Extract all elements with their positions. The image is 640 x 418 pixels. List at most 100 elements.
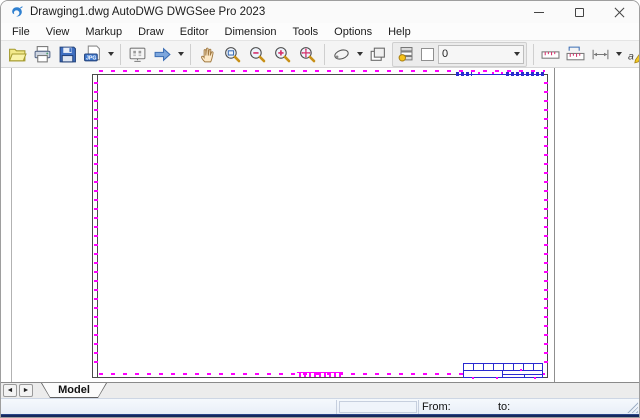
menu-markup[interactable]: Markup — [77, 24, 130, 40]
magenta-dot — [472, 377, 474, 379]
layer-control-group: 0 — [392, 42, 527, 67]
title-block-subdivider — [524, 374, 525, 378]
tab-scroll-right-button[interactable]: ► — [19, 384, 33, 397]
menu-tools[interactable]: Tools — [284, 24, 326, 40]
app-logo-icon — [10, 5, 24, 19]
menu-file[interactable]: File — [4, 24, 38, 40]
title-bar: Drawging1.dwg AutoDWG DWGSee Pro 2023 — [1, 1, 639, 23]
tab-model-label: Model — [58, 384, 90, 396]
status-coords-panel — [339, 401, 417, 413]
plot-boundary-right — [544, 82, 548, 368]
chevron-down-icon — [108, 52, 114, 56]
tab-model[interactable]: Model — [41, 383, 107, 398]
title-block-subline — [503, 374, 542, 375]
zoom-in-icon — [273, 45, 292, 64]
menu-help[interactable]: Help — [380, 24, 419, 40]
title-block — [463, 363, 543, 378]
open-icon — [8, 45, 27, 64]
convert-badge: JPG — [86, 55, 97, 61]
magenta-dot — [501, 72, 503, 74]
open-button[interactable] — [5, 43, 30, 66]
forward-arrow-icon — [153, 45, 172, 64]
convert-icon: JPG — [83, 45, 102, 64]
drawing-canvas[interactable] — [1, 68, 639, 382]
chevron-down-icon — [357, 52, 363, 56]
zoom-in-button[interactable] — [270, 43, 295, 66]
forward-button[interactable] — [150, 43, 175, 66]
dimension-button[interactable] — [588, 43, 613, 66]
toolbar-separator — [120, 44, 121, 65]
minimize-icon — [534, 12, 544, 13]
layout-button[interactable] — [125, 43, 150, 66]
tab-scroll-left-button[interactable]: ◄ — [3, 384, 17, 397]
canvas-left-edge — [11, 68, 12, 382]
zoom-extents-icon — [298, 45, 317, 64]
annotation-marks — [506, 72, 544, 76]
window-title: Drawging1.dwg AutoDWG DWGSee Pro 2023 — [30, 6, 265, 18]
layout-tab-bar: ◄ ► Model — [1, 382, 639, 398]
measure-area-icon — [566, 45, 585, 64]
layers-button[interactable] — [365, 43, 390, 66]
pan-button[interactable] — [195, 43, 220, 66]
app-window: Drawging1.dwg AutoDWG DWGSee Pro 2023 Fi… — [0, 0, 640, 418]
convert-dropdown[interactable] — [105, 43, 116, 66]
layer-select-value: 0 — [442, 48, 514, 60]
markup-pen-button[interactable]: a — [624, 43, 640, 66]
magenta-dot — [520, 369, 522, 371]
magenta-dot — [492, 72, 494, 74]
close-icon — [614, 7, 625, 18]
maximize-button[interactable] — [559, 1, 599, 23]
maximize-icon — [575, 8, 584, 17]
forward-dropdown[interactable] — [175, 43, 186, 66]
menu-view[interactable]: View — [38, 24, 78, 40]
orbit-dropdown[interactable] — [354, 43, 365, 66]
status-to-label: to: — [498, 401, 510, 413]
dimension-dropdown[interactable] — [613, 43, 624, 66]
dimension-icon — [591, 45, 610, 64]
chevron-down-icon — [514, 52, 520, 56]
menu-dimension[interactable]: Dimension — [217, 24, 285, 40]
orbit-button[interactable] — [329, 43, 354, 66]
save-button[interactable] — [55, 43, 80, 66]
menu-editor[interactable]: Editor — [172, 24, 217, 40]
measure-distance-button[interactable] — [538, 43, 563, 66]
markup-letter: a — [628, 50, 634, 62]
close-button[interactable] — [599, 1, 639, 23]
pan-hand-icon — [198, 45, 217, 64]
layer-manager-button[interactable] — [395, 43, 417, 66]
status-from-label: From: — [422, 401, 451, 413]
convert-button[interactable]: JPG — [80, 43, 105, 66]
zoom-extents-button[interactable] — [295, 43, 320, 66]
plot-boundary-left — [94, 82, 98, 368]
toolbar-separator — [324, 44, 325, 65]
status-bar: From: to: — [1, 398, 639, 414]
layer-color-swatch[interactable] — [421, 48, 434, 61]
zoom-window-button[interactable] — [220, 43, 245, 66]
measure-area-button[interactable] — [563, 43, 588, 66]
save-icon — [58, 45, 77, 64]
zoom-out-button[interactable] — [245, 43, 270, 66]
layer-manager-icon — [397, 45, 415, 63]
minimize-button[interactable] — [519, 1, 559, 23]
drawing-frame — [92, 74, 548, 378]
top-right-annotation — [456, 72, 544, 79]
layer-select[interactable]: 0 — [438, 45, 524, 64]
resize-grip[interactable] — [627, 402, 638, 413]
bottom-center-marks — [297, 372, 343, 378]
title-block-midline — [464, 370, 542, 371]
magenta-dot — [534, 377, 536, 379]
print-icon — [33, 45, 52, 64]
main-toolbar: JPG — [1, 41, 639, 68]
print-button[interactable] — [30, 43, 55, 66]
menu-options[interactable]: Options — [326, 24, 380, 40]
measure-distance-icon — [541, 45, 560, 64]
zoom-window-icon — [223, 45, 242, 64]
status-separator — [418, 400, 419, 414]
magenta-dot — [478, 72, 480, 74]
menu-draw[interactable]: Draw — [130, 24, 172, 40]
zoom-out-icon — [248, 45, 267, 64]
layout-icon — [128, 45, 147, 64]
annotation-marks — [456, 72, 472, 76]
status-separator — [336, 400, 337, 414]
window-bottom-edge — [1, 414, 639, 418]
